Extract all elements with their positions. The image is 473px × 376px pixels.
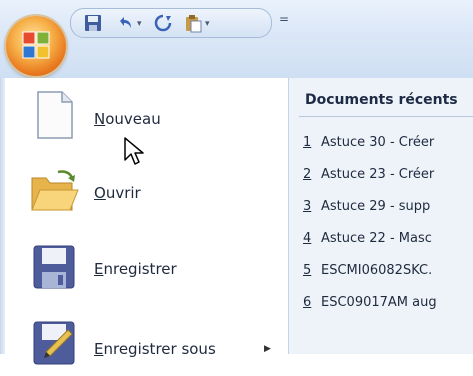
office-logo-icon xyxy=(22,31,50,59)
recent-document-item[interactable]: 1 Astuce 30 - Créer xyxy=(303,135,473,157)
paste-icon[interactable] xyxy=(183,13,203,33)
menu-item-label: Nouveau xyxy=(94,110,161,128)
office-button[interactable] xyxy=(6,16,66,76)
mouse-cursor-icon xyxy=(124,137,144,165)
open-folder-icon xyxy=(31,170,79,211)
divider xyxy=(299,116,473,117)
save-icon xyxy=(33,245,75,289)
menu-item-label: Enregistrer sous xyxy=(94,340,216,358)
submenu-arrow-icon: ▶ xyxy=(264,344,271,354)
recent-document-item[interactable]: 3 Astuce 29 - supp xyxy=(303,199,473,221)
recent-documents-panel: Documents récents 1 Astuce 30 - Créer 2 As… xyxy=(289,78,473,354)
redo-icon[interactable] xyxy=(153,13,173,33)
quick-access-toolbar: ▾ ▾ xyxy=(70,8,272,38)
save-icon[interactable] xyxy=(83,13,103,33)
recent-document-item[interactable]: 2 Astuce 23 - Créer xyxy=(303,167,473,189)
recent-document-item[interactable]: 5 ESCMI06082SKC. xyxy=(303,263,473,285)
menu-item-save[interactable]: Enregistrer xyxy=(14,236,284,300)
menu-item-save-as[interactable]: Enregistrer sous ▶ xyxy=(14,312,284,376)
undo-icon[interactable] xyxy=(115,13,135,33)
recent-document-item[interactable]: 6 ESC09017AM aug xyxy=(303,295,473,317)
save-as-icon xyxy=(33,321,75,365)
new-document-icon xyxy=(37,91,73,139)
menu-item-new[interactable]: Nouveau xyxy=(14,84,284,148)
customize-qat-button[interactable]: = xyxy=(279,11,291,27)
recent-document-item[interactable]: 4 Astuce 22 - Masc xyxy=(303,231,473,253)
menu-item-open[interactable]: Ouvrir xyxy=(14,160,284,224)
undo-dropdown-icon[interactable]: ▾ xyxy=(137,19,142,29)
office-menu-commands: Nouveau Ouvrir Enregistrer Enregistrer s… xyxy=(0,78,289,365)
paste-dropdown-icon[interactable]: ▾ xyxy=(205,19,210,29)
title-bar: ▾ ▾ = xyxy=(0,0,473,78)
menu-item-label: Enregistrer xyxy=(94,260,177,278)
recent-documents-title: Documents récents xyxy=(305,92,458,108)
menu-item-label: Ouvrir xyxy=(94,184,141,202)
